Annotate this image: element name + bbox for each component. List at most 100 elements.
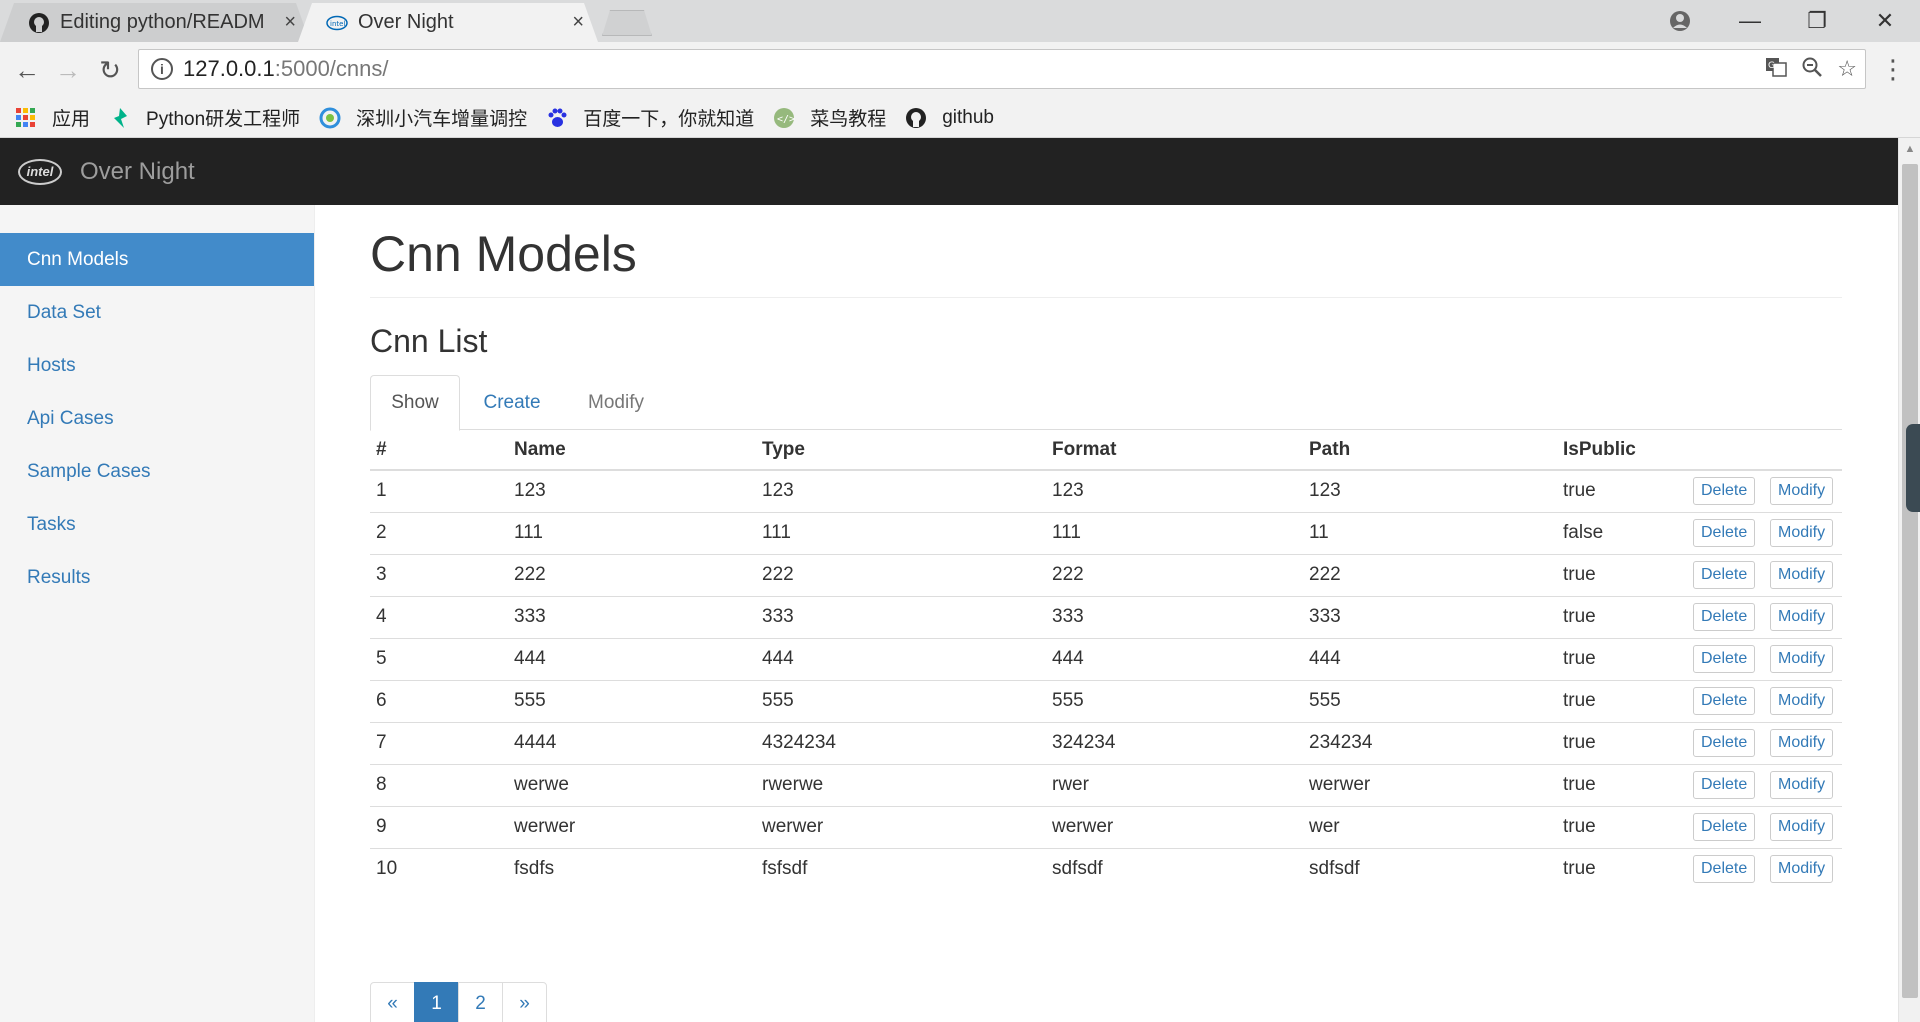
restore-button[interactable]: ❐: [1782, 0, 1852, 42]
svg-text:</>: </>: [777, 114, 795, 125]
pagination-page-1[interactable]: 1: [414, 982, 459, 1022]
close-icon[interactable]: ×: [572, 11, 584, 34]
bookmark-star-icon[interactable]: ☆: [1837, 56, 1857, 84]
action-cell: Delete: [1687, 637, 1764, 680]
bookmark-label: 应用: [52, 109, 91, 130]
bookmark-apps[interactable]: 应用: [14, 104, 90, 131]
pagination-prev[interactable]: «: [370, 982, 415, 1022]
tab-create[interactable]: Create: [460, 375, 564, 430]
brand-name[interactable]: Over Night: [80, 158, 195, 186]
bookmark-shenzhen[interactable]: 深圳小汽车增量调控: [318, 104, 527, 131]
pagination-next[interactable]: »: [502, 982, 547, 1022]
sidebar-item-cnn-models[interactable]: Cnn Models: [0, 233, 314, 286]
bookmark-python[interactable]: Python研发工程师: [108, 104, 300, 131]
content-tabs: Show Create Modify: [370, 375, 1842, 431]
bookmark-runoob[interactable]: </> 菜鸟教程: [772, 104, 886, 131]
delete-button[interactable]: Delete: [1693, 729, 1756, 757]
side-widget[interactable]: [1906, 424, 1920, 512]
table-cell: 555: [756, 679, 1046, 722]
scroll-thumb[interactable]: [1902, 164, 1918, 998]
modify-button[interactable]: Modify: [1770, 561, 1834, 589]
zoom-icon[interactable]: [1801, 56, 1823, 84]
modify-button[interactable]: Modify: [1770, 477, 1834, 506]
profile-icon[interactable]: [1645, 0, 1715, 42]
minimize-button[interactable]: —: [1715, 0, 1785, 42]
delete-button[interactable]: Delete: [1693, 645, 1756, 673]
table-cell: werwer: [1303, 763, 1557, 806]
pagination-page-2[interactable]: 2: [458, 982, 503, 1022]
table-cell: werwer: [508, 805, 756, 848]
close-window-button[interactable]: ✕: [1850, 0, 1920, 42]
table-cell: 123: [1303, 469, 1557, 512]
sidebar-item-hosts[interactable]: Hosts: [0, 339, 314, 392]
delete-button[interactable]: Delete: [1693, 855, 1756, 884]
modify-button[interactable]: Modify: [1770, 813, 1834, 841]
delete-button[interactable]: Delete: [1693, 477, 1756, 506]
table-cell: true: [1557, 763, 1687, 806]
sidebar-item-data-set[interactable]: Data Set: [0, 286, 314, 339]
modify-button[interactable]: Modify: [1770, 855, 1834, 884]
delete-button[interactable]: Delete: [1693, 813, 1756, 841]
action-cell: Modify: [1764, 511, 1842, 554]
browser-tab-strip: Editing python/READM × intel Over Night …: [0, 0, 1920, 42]
table-cell: false: [1557, 511, 1687, 554]
intel-logo-icon: intel: [326, 12, 348, 34]
translate-icon[interactable]: G: [1765, 56, 1788, 84]
address-bar[interactable]: i 127.0.0.1:5000/cnns/ G ☆: [138, 49, 1866, 89]
tab-modify[interactable]: Modify: [564, 375, 668, 430]
url-path: :5000/cnns/: [274, 56, 389, 81]
table-cell: wer: [1303, 805, 1557, 848]
intel-logo[interactable]: intel: [18, 158, 62, 185]
table-cell: true: [1557, 721, 1687, 764]
browser-tab-over-night[interactable]: intel Over Night ×: [298, 3, 598, 42]
browser-tab-editing-readme[interactable]: Editing python/READM ×: [0, 3, 310, 42]
bookmark-label: 菜鸟教程: [810, 109, 887, 130]
table-cell: sdfsdf: [1303, 847, 1557, 890]
cnn-table: # Name Type Format Path IsPublic 1 123 123…: [370, 430, 1842, 890]
new-tab-button[interactable]: [602, 10, 652, 36]
table-cell: 222: [756, 553, 1046, 596]
info-icon[interactable]: i: [151, 58, 173, 80]
sidebar-item-tasks[interactable]: Tasks: [0, 498, 314, 551]
delete-button[interactable]: Delete: [1693, 519, 1756, 547]
reload-icon[interactable]: ↻: [92, 52, 128, 88]
modify-button[interactable]: Modify: [1770, 603, 1834, 631]
table-cell: 123: [508, 469, 756, 512]
delete-button[interactable]: Delete: [1693, 561, 1756, 589]
modify-button[interactable]: Modify: [1770, 771, 1834, 799]
table-cell: 234234: [1303, 721, 1557, 764]
modify-button[interactable]: Modify: [1770, 687, 1834, 715]
modify-button[interactable]: Modify: [1770, 519, 1834, 547]
back-arrow-icon[interactable]: ←: [9, 52, 45, 88]
table-row: 4 333 333 333 333 true Delete Modify: [370, 595, 1842, 638]
delete-button[interactable]: Delete: [1693, 771, 1756, 799]
delete-button[interactable]: Delete: [1693, 603, 1756, 631]
sidebar: Cnn Models Data Set Hosts Api Cases Samp…: [0, 205, 315, 1022]
url-host: 127.0.0.1: [183, 56, 275, 81]
sidebar-item-sample-cases[interactable]: Sample Cases: [0, 445, 314, 498]
modify-button[interactable]: Modify: [1770, 729, 1834, 757]
menu-icon[interactable]: ⋮: [1880, 54, 1906, 85]
table-cell: 123: [1046, 469, 1303, 512]
page-scrollbar[interactable]: ▲: [1898, 138, 1920, 1022]
forward-arrow-icon[interactable]: →: [50, 52, 86, 88]
table-header-row: # Name Type Format Path IsPublic: [370, 430, 1842, 471]
bookmark-label: 深圳小汽车增量调控: [356, 109, 528, 130]
tab-show[interactable]: Show: [370, 375, 460, 431]
table-cell: 324234: [1046, 721, 1303, 764]
action-cell: Delete: [1687, 847, 1764, 890]
close-icon[interactable]: ×: [284, 11, 296, 34]
bookmark-label: Python研发工程师: [146, 109, 301, 130]
sidebar-item-results[interactable]: Results: [0, 551, 314, 604]
delete-button[interactable]: Delete: [1693, 687, 1756, 715]
action-cell: Delete: [1687, 721, 1764, 764]
sidebar-item-api-cases[interactable]: Api Cases: [0, 392, 314, 445]
scroll-up-icon[interactable]: ▲: [1899, 140, 1920, 158]
table-cell: true: [1557, 805, 1687, 848]
action-cell: Delete: [1687, 595, 1764, 638]
table-cell: 4324234: [756, 721, 1046, 764]
bookmark-baidu[interactable]: 百度一下，你就知道: [545, 104, 754, 131]
bookmark-github[interactable]: github: [904, 106, 994, 130]
column-header: #: [370, 430, 508, 471]
modify-button[interactable]: Modify: [1770, 645, 1834, 673]
